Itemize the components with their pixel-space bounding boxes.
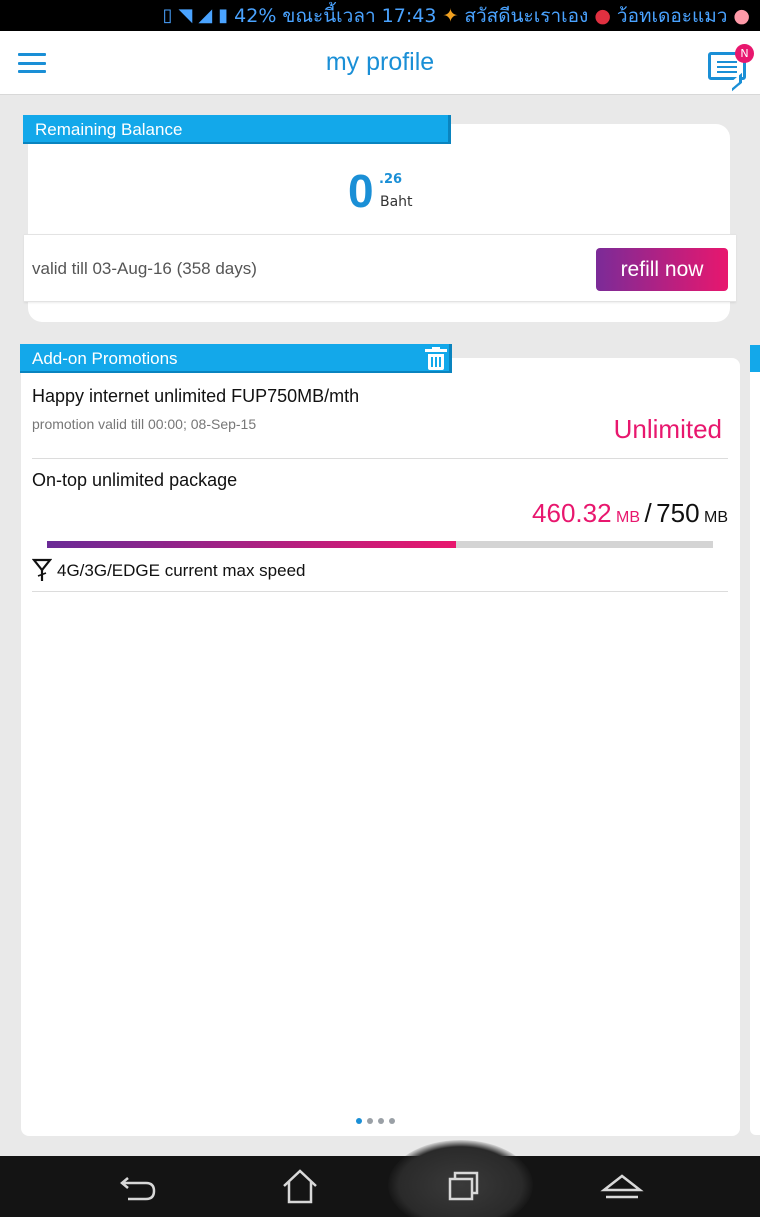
balance-integer: 0 [348, 165, 374, 217]
validity-row: valid till 03-Aug-16 (358 days) refill n… [24, 234, 736, 302]
pray-emoji-icon: ✦ [442, 4, 459, 27]
page-indicator[interactable] [356, 1118, 395, 1124]
remaining-balance-ribbon: Remaining Balance [23, 115, 451, 144]
usage-total: 750 [656, 498, 700, 528]
pager-dot[interactable] [356, 1118, 362, 1124]
data-usage: 460.32 MB / 750 MB [532, 498, 728, 529]
home-icon[interactable] [278, 1166, 322, 1206]
battery-icon: ▮ [218, 5, 229, 26]
usage-total-unit: MB [704, 509, 728, 526]
balance-unit: Baht [380, 194, 413, 210]
notification-badge: N [735, 44, 754, 63]
status-thai-text-3: ว้อทเดอะแมว [616, 4, 728, 27]
back-icon[interactable] [116, 1166, 160, 1206]
divider [32, 591, 728, 592]
refill-now-button[interactable]: refill now [596, 248, 728, 291]
usage-used: 460.32 [532, 498, 612, 528]
usage-progress-bar [47, 541, 713, 548]
balance-amount: 0 .26 Baht [348, 165, 413, 217]
status-bar: ▯ ◥ ◢ ▮ 42% ขณะนี้เวลา 17:43 ✦ สวัสดีนะเ… [0, 0, 760, 31]
wifi-icon: ◥ [178, 5, 193, 26]
divider [32, 458, 728, 459]
promotion-validity: promotion valid till 00:00; 08-Sep-15 [32, 416, 257, 432]
pager-dot[interactable] [389, 1118, 395, 1124]
app-drawer-icon[interactable] [600, 1166, 644, 1206]
status-time: 17:43 [381, 4, 437, 27]
speed-label: 4G/3G/EDGE current max speed [57, 561, 306, 580]
page-title: my profile [325, 48, 435, 76]
usage-separator: / [644, 498, 652, 528]
pager-dot[interactable] [378, 1118, 384, 1124]
heart-eyes-emoji-icon: ● [594, 4, 611, 27]
balance-decimal: .26 [379, 172, 403, 187]
status-thai-text-1: ขณะนี้เวลา [282, 4, 376, 27]
cat-emoji-icon: ● [733, 4, 750, 27]
add-on-promotions-ribbon: Add-on Promotions [20, 344, 452, 373]
system-nav-bar [0, 1156, 760, 1217]
promotion-name: Happy internet unlimited FUP750MB/mth [32, 386, 360, 406]
vibrate-icon: ▯ [162, 5, 173, 26]
recent-apps-icon[interactable] [440, 1166, 484, 1206]
trash-icon[interactable] [425, 347, 447, 371]
signal-icon: ◢ [198, 5, 213, 26]
validity-text: valid till 03-Aug-16 (358 days) [32, 259, 257, 278]
usage-used-unit: MB [616, 509, 641, 526]
package-name: On-top unlimited package [32, 470, 238, 490]
app-bar: my profile [0, 31, 760, 95]
promotion-status: Unlimited [613, 414, 722, 444]
next-card-peek[interactable] [750, 345, 760, 1135]
usage-progress-fill [47, 541, 456, 548]
battery-percent: 42% [234, 4, 277, 27]
status-thai-text-2: สวัสดีนะเราเอง [464, 4, 589, 27]
antenna-icon [32, 558, 52, 581]
pager-dot[interactable] [367, 1118, 373, 1124]
